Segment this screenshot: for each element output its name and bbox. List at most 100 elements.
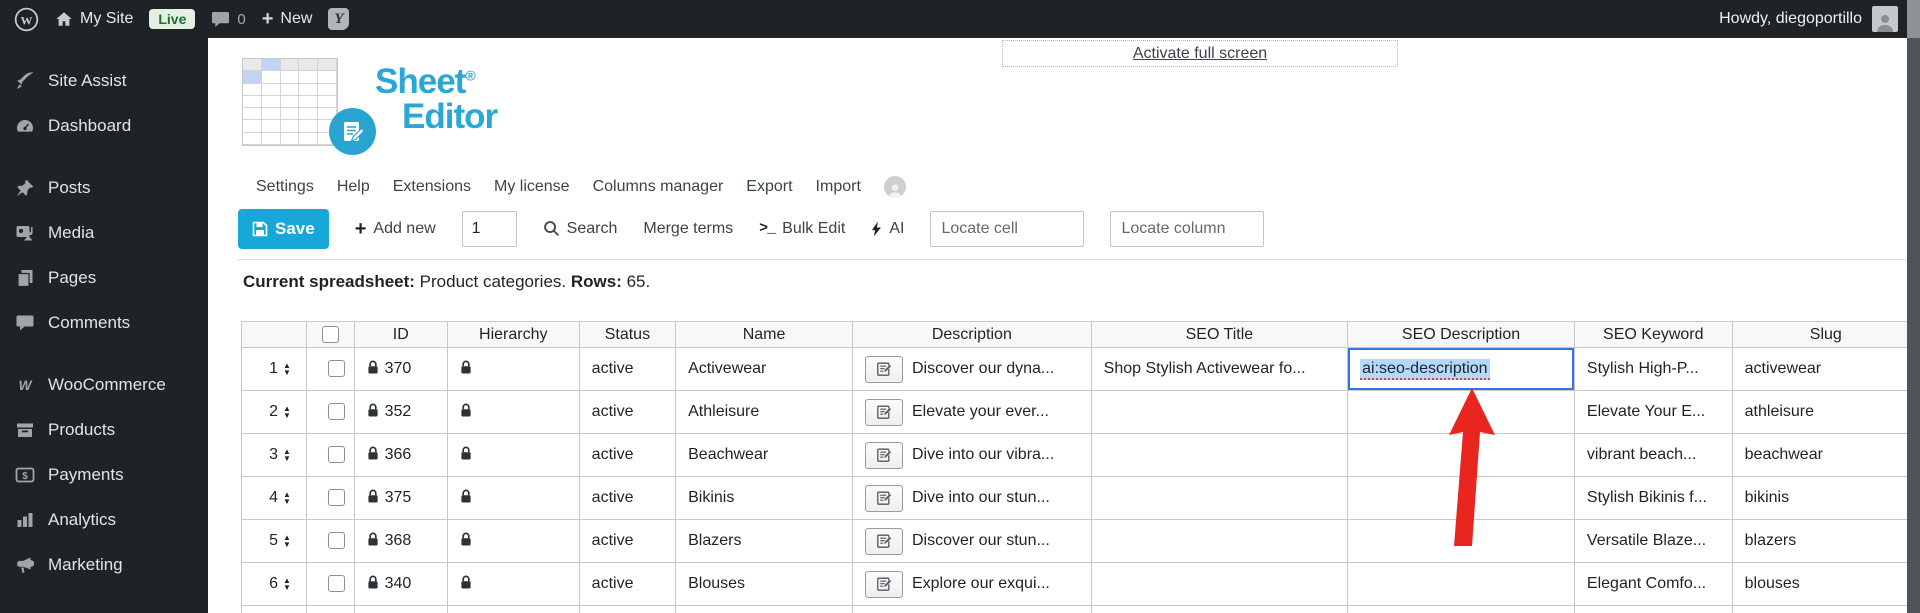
cell-id[interactable]: 368 <box>353 519 448 563</box>
menu-item-export[interactable]: Export <box>746 178 792 196</box>
row-checkbox[interactable] <box>327 489 345 507</box>
edit-description-button[interactable] <box>864 570 903 598</box>
cell-id[interactable]: 370 <box>353 347 448 391</box>
column-header-status[interactable]: Status <box>578 321 677 348</box>
sidebar-item-site-assist[interactable]: Site Assist <box>0 58 208 103</box>
howdy-account-link[interactable]: Howdy, diegoportillo <box>1719 10 1862 28</box>
cell-empty[interactable] <box>851 605 1092 613</box>
cell-seo-keyword[interactable]: Elegant Comfo... <box>1573 562 1733 606</box>
cell-seo-description[interactable] <box>1347 562 1575 606</box>
cell-hierarchy[interactable] <box>446 347 580 391</box>
select-all-header[interactable] <box>305 321 355 348</box>
row-number-cell[interactable]: 2 ▲ ▼ <box>241 390 307 434</box>
cell-seo-title[interactable] <box>1090 433 1349 477</box>
cell-name[interactable]: Blouses <box>675 562 853 606</box>
cell-name[interactable]: Athleisure <box>675 390 853 434</box>
column-header-description[interactable]: Description <box>851 321 1092 348</box>
cell-slug[interactable]: activewear <box>1731 347 1920 391</box>
cell-name[interactable]: Blazers <box>675 519 853 563</box>
cell-name[interactable]: Activewear <box>675 347 853 391</box>
cell-id[interactable]: 352 <box>353 390 448 434</box>
cell-empty[interactable] <box>1731 605 1920 613</box>
cell-slug[interactable]: athleisure <box>1731 390 1920 434</box>
cell-empty[interactable] <box>1090 605 1349 613</box>
menu-item-import[interactable]: Import <box>816 178 861 196</box>
new-content-button[interactable]: + New <box>262 9 313 29</box>
cell-id[interactable]: 375 <box>353 476 448 520</box>
bulk-edit-button[interactable]: >_ Bulk Edit <box>759 220 845 238</box>
cell-empty[interactable] <box>675 605 853 613</box>
cell-hierarchy[interactable] <box>446 390 580 434</box>
row-number-cell[interactable]: 6 ▲ ▼ <box>241 562 307 606</box>
sidebar-item-woocommerce[interactable]: W WooCommerce <box>0 362 208 407</box>
comments-bubble-link[interactable]: 0 <box>211 11 246 28</box>
cell-hierarchy[interactable] <box>446 562 580 606</box>
row-drag-handle-icon[interactable]: ▲ ▼ <box>283 448 291 463</box>
merge-terms-button[interactable]: Merge terms <box>643 220 733 238</box>
cell-seo-title[interactable] <box>1090 519 1349 563</box>
cell-slug[interactable]: beachwear <box>1731 433 1920 477</box>
cell-empty[interactable] <box>1347 605 1575 613</box>
search-button[interactable]: Search <box>543 220 617 238</box>
cell-seo-description[interactable] <box>1347 476 1575 520</box>
cell-slug[interactable]: blazers <box>1731 519 1920 563</box>
column-header-id[interactable]: ID <box>353 321 448 348</box>
menu-item-extensions[interactable]: Extensions <box>393 178 471 196</box>
edit-description-button[interactable] <box>864 441 903 469</box>
menu-avatar[interactable] <box>883 176 906 198</box>
rows-to-add-input[interactable] <box>461 210 517 247</box>
row-number-cell[interactable]: 5 ▲ ▼ <box>241 519 307 563</box>
cell-slug[interactable]: bikinis <box>1731 476 1920 520</box>
cell-status[interactable]: active <box>578 519 677 563</box>
user-avatar[interactable] <box>1872 6 1898 32</box>
cell-status[interactable]: active <box>578 433 677 477</box>
row-drag-handle-icon[interactable]: ▲ ▼ <box>283 362 291 377</box>
sidebar-item-media[interactable]: Media <box>0 210 208 255</box>
menu-item-settings[interactable]: Settings <box>256 178 314 196</box>
cell-description[interactable]: Discover our stun... <box>851 519 1092 563</box>
cell-id[interactable]: 340 <box>353 562 448 606</box>
add-new-button[interactable]: + Add new <box>355 219 436 239</box>
cell-name[interactable]: Bikinis <box>675 476 853 520</box>
cell-name[interactable]: Beachwear <box>675 433 853 477</box>
cell-seo-keyword[interactable]: vibrant beach... <box>1573 433 1733 477</box>
locate-cell-input[interactable] <box>930 210 1085 247</box>
column-header-seo-keyword[interactable]: SEO Keyword <box>1573 321 1733 348</box>
scrollbar-thumb[interactable] <box>1907 38 1920 613</box>
sidebar-item-dashboard[interactable]: Dashboard <box>0 103 208 148</box>
sidebar-item-analytics[interactable]: Analytics <box>0 497 208 542</box>
cell-status[interactable]: active <box>578 562 677 606</box>
row-checkbox[interactable] <box>327 532 345 550</box>
row-number-cell[interactable]: 3 ▲ ▼ <box>241 433 307 477</box>
menu-item-help[interactable]: Help <box>337 178 370 196</box>
cell-empty[interactable] <box>446 605 580 613</box>
sidebar-item-posts[interactable]: Posts <box>0 165 208 210</box>
row-number-cell[interactable]: 4 ▲ ▼ <box>241 476 307 520</box>
cell-seo-keyword[interactable]: Versatile Blaze... <box>1573 519 1733 563</box>
edit-description-button[interactable] <box>864 527 903 555</box>
cell-empty[interactable] <box>353 605 448 613</box>
cell-empty[interactable] <box>578 605 677 613</box>
cell-hierarchy[interactable] <box>446 476 580 520</box>
cell-description[interactable]: Explore our exqui... <box>851 562 1092 606</box>
wordpress-logo-icon[interactable]: W <box>14 7 39 32</box>
cell-seo-description[interactable] <box>1347 519 1575 563</box>
cell-seo-description[interactable]: ai:seo-description <box>1347 347 1575 391</box>
sidebar-item-marketing[interactable]: Marketing <box>0 542 208 587</box>
cell-seo-keyword[interactable]: Elevate Your E... <box>1573 390 1733 434</box>
row-number-header[interactable] <box>241 321 307 348</box>
row-drag-handle-icon[interactable]: ▲ ▼ <box>283 577 291 592</box>
cell-empty[interactable] <box>1573 605 1733 613</box>
ai-button[interactable]: AI <box>871 220 904 238</box>
cell-description[interactable]: Elevate your ever... <box>851 390 1092 434</box>
cell-seo-description[interactable] <box>1347 390 1575 434</box>
cell-hierarchy[interactable] <box>446 433 580 477</box>
row-checkbox[interactable] <box>327 360 345 378</box>
cell-seo-keyword[interactable]: Stylish High-P... <box>1573 347 1733 391</box>
yoast-seo-icon[interactable]: Y <box>328 8 350 30</box>
cell-status[interactable]: active <box>578 347 677 391</box>
menu-item-columns-manager[interactable]: Columns manager <box>593 178 724 196</box>
cell-hierarchy[interactable] <box>446 519 580 563</box>
row-number-cell[interactable]: 1 ▲ ▼ <box>241 347 307 391</box>
save-button[interactable]: Save <box>238 208 329 249</box>
